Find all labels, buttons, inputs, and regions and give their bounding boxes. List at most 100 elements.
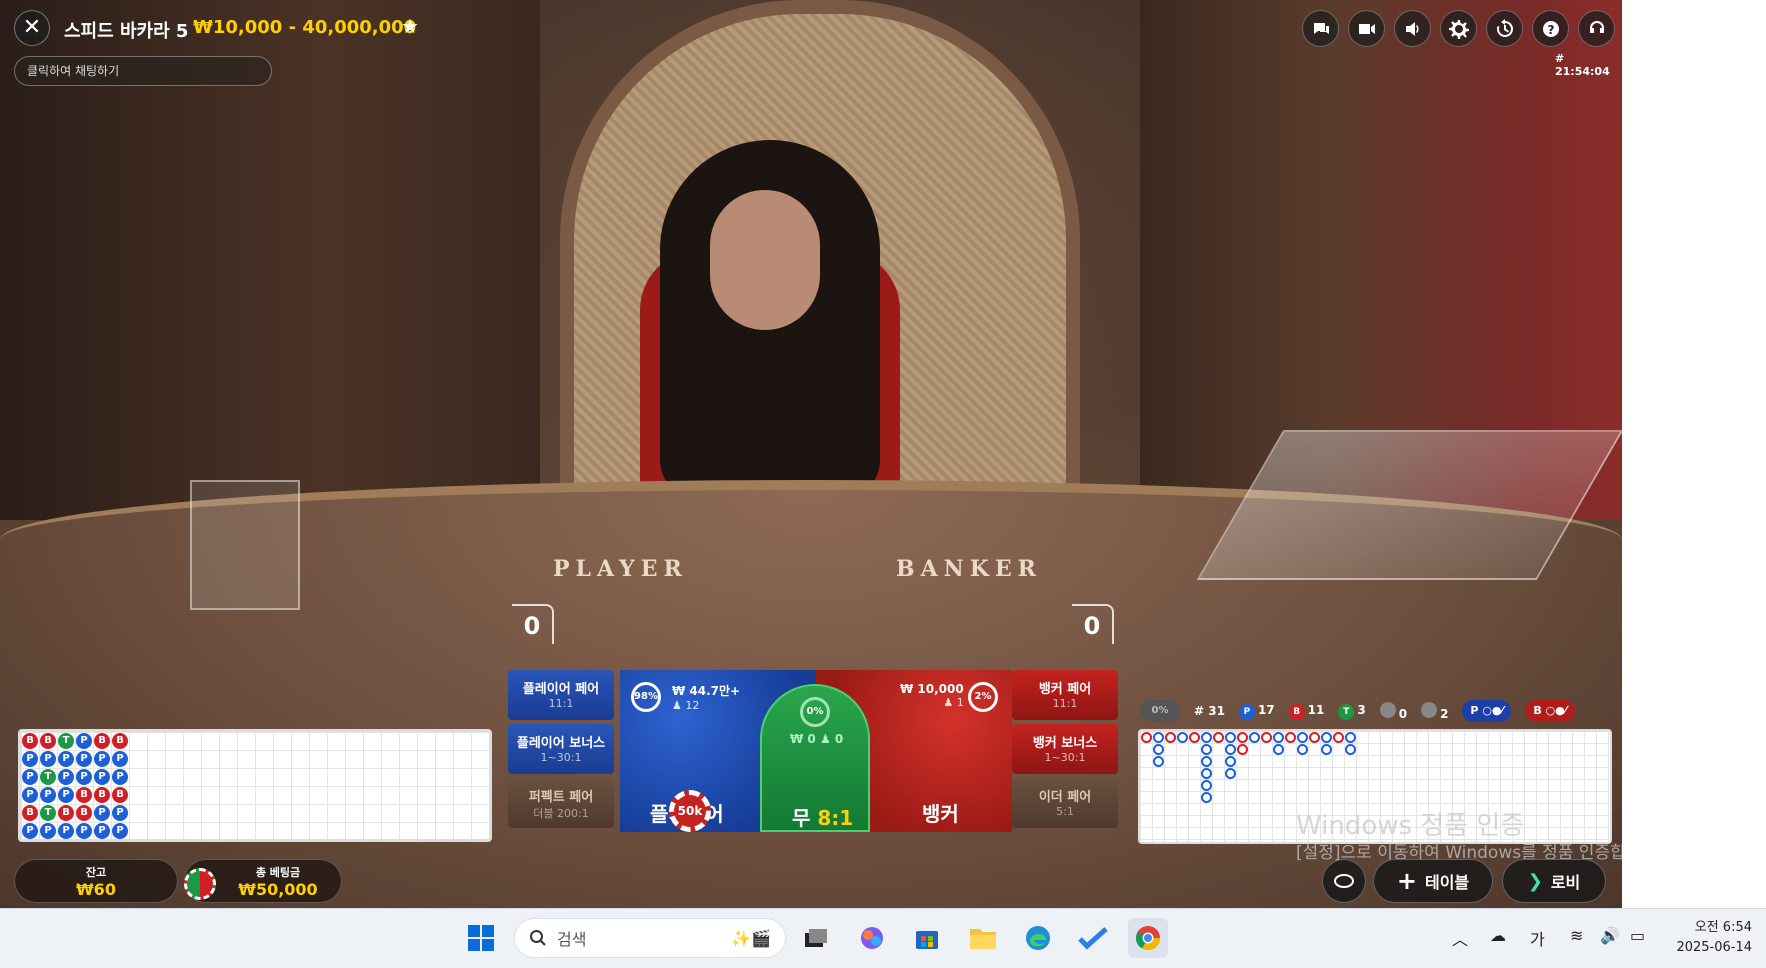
round-count: # 31 bbox=[1194, 704, 1225, 718]
bead-result: B bbox=[76, 787, 92, 803]
big-road-mark bbox=[1153, 732, 1164, 743]
total-bet-label: 총 베팅금 bbox=[255, 866, 301, 879]
history-icon[interactable] bbox=[1486, 10, 1523, 47]
dealer-face bbox=[710, 190, 820, 330]
banker-bonus-bet[interactable]: 뱅커 보너스 1~30:1 bbox=[1012, 724, 1118, 774]
todo-check-icon[interactable] bbox=[1073, 918, 1113, 958]
big-road-mark bbox=[1201, 780, 1212, 791]
big-road-mark bbox=[1225, 756, 1236, 767]
bead-result: P bbox=[76, 733, 92, 749]
big-road-mark bbox=[1153, 744, 1164, 755]
player-pool-count: ♟ 12 bbox=[672, 699, 700, 712]
wifi-icon[interactable]: ≋ bbox=[1570, 926, 1583, 945]
bead-result: P bbox=[76, 751, 92, 767]
banker-win-count: B 11 bbox=[1288, 703, 1324, 720]
big-road-mark bbox=[1213, 732, 1224, 743]
chat-icon[interactable] bbox=[1302, 10, 1339, 47]
banker-pair-bet[interactable]: 뱅커 페어 11:1 bbox=[1012, 670, 1118, 720]
bead-result: P bbox=[94, 751, 110, 767]
big-road-mark bbox=[1321, 744, 1332, 755]
round-id: # 21:54:04 bbox=[1555, 52, 1610, 78]
total-bet-value: ₩50,000 bbox=[238, 880, 318, 899]
search-icon bbox=[530, 930, 546, 946]
file-explorer-icon[interactable] bbox=[963, 918, 1003, 958]
big-road-mark bbox=[1285, 732, 1296, 743]
bead-result: P bbox=[40, 787, 56, 803]
top-icon-bar: ? bbox=[1302, 10, 1615, 47]
player-win-count: P 17 bbox=[1238, 703, 1275, 720]
bead-result: B bbox=[76, 805, 92, 821]
bead-result: P bbox=[40, 823, 56, 839]
support-headset-icon[interactable] bbox=[1578, 10, 1615, 47]
banker-pair-label: 뱅커 페어 bbox=[1038, 682, 1092, 697]
lobby-button[interactable]: ❯ 로비 bbox=[1502, 859, 1606, 903]
svg-text:?: ? bbox=[1547, 23, 1554, 37]
percent-toggle[interactable]: 0% bbox=[1140, 700, 1180, 722]
road-stats-bar: 0% # 31 P 17 B 11 T3 0 2 P ○●⁄ B ○●⁄ bbox=[1140, 700, 1575, 722]
chip-tray-button[interactable] bbox=[1322, 859, 1366, 903]
bead-result: B bbox=[94, 733, 110, 749]
tie-odds: 8:1 bbox=[817, 806, 854, 830]
banker-score: 0 bbox=[1072, 604, 1114, 644]
bead-result: P bbox=[58, 769, 74, 785]
bead-result: T bbox=[40, 805, 56, 821]
volume-icon[interactable] bbox=[1394, 10, 1431, 47]
big-road-mark bbox=[1237, 732, 1248, 743]
banker-predict-button[interactable]: B ○●⁄ bbox=[1525, 700, 1575, 722]
big-road-mark bbox=[1153, 756, 1164, 767]
favorite-star-icon[interactable]: ★ bbox=[401, 14, 419, 38]
chip-stack-icon[interactable] bbox=[184, 868, 216, 900]
big-road-mark bbox=[1177, 732, 1188, 743]
onedrive-cloud-icon[interactable]: ☁ bbox=[1490, 926, 1506, 945]
either-pair-bet[interactable]: 이더 페어 5:1 bbox=[1012, 778, 1118, 828]
add-table-button[interactable]: + 테이블 bbox=[1373, 859, 1493, 903]
edge-icon[interactable] bbox=[1018, 918, 1058, 958]
store-icon[interactable] bbox=[907, 918, 947, 958]
big-road-mark bbox=[1225, 768, 1236, 779]
player-bonus-odds: 1~30:1 bbox=[540, 751, 582, 764]
bead-result: P bbox=[22, 751, 38, 767]
taskbar-search[interactable]: 검색 ✨🎬 bbox=[514, 918, 786, 958]
settings-gear-icon[interactable] bbox=[1440, 10, 1477, 47]
battery-icon[interactable]: ▭ bbox=[1630, 926, 1645, 945]
perfect-pair-bet[interactable]: 퍼펙트 페어 더블 200:1 bbox=[508, 778, 614, 828]
tie-count: T3 bbox=[1338, 703, 1366, 720]
ime-indicator[interactable]: 가 bbox=[1530, 926, 1545, 950]
bead-result: B bbox=[112, 787, 128, 803]
placed-chip[interactable]: 50k bbox=[669, 790, 711, 832]
search-highlight-icon: ✨🎬 bbox=[731, 928, 771, 948]
help-icon[interactable]: ? bbox=[1532, 10, 1569, 47]
video-icon[interactable] bbox=[1348, 10, 1385, 47]
player-pair-bet[interactable]: 플레이어 페어 11:1 bbox=[508, 670, 614, 720]
bead-result: B bbox=[112, 733, 128, 749]
speaker-icon[interactable]: 🔊 bbox=[1600, 926, 1620, 945]
bead-result: P bbox=[76, 823, 92, 839]
windows-start-icon[interactable] bbox=[461, 918, 501, 958]
copilot-icon[interactable] bbox=[852, 918, 892, 958]
bead-result: T bbox=[40, 769, 56, 785]
chrome-icon[interactable] bbox=[1128, 918, 1168, 958]
bead-result: P bbox=[112, 823, 128, 839]
player-predict-button[interactable]: P ○●⁄ bbox=[1462, 700, 1512, 722]
taskbar-clock[interactable]: 오전 6:54 2025-06-14 bbox=[1668, 918, 1752, 958]
bead-result: P bbox=[94, 823, 110, 839]
big-road-mark bbox=[1249, 732, 1260, 743]
big-road-mark bbox=[1333, 732, 1344, 743]
perfect-pair-label: 퍼펙트 페어 bbox=[528, 790, 594, 805]
big-road-mark bbox=[1165, 732, 1176, 743]
tray-chevron-up-icon[interactable]: ︿ bbox=[1452, 926, 1468, 950]
bead-result: P bbox=[22, 787, 38, 803]
banker-pair-dot-icon bbox=[1421, 701, 1438, 718]
bead-result: P bbox=[58, 787, 74, 803]
close-icon[interactable]: ✕ bbox=[14, 10, 50, 46]
bead-result: B bbox=[22, 733, 38, 749]
task-view-icon[interactable] bbox=[796, 918, 836, 958]
bead-result: P bbox=[40, 751, 56, 767]
big-road-mark bbox=[1345, 744, 1356, 755]
player-pair-label: 플레이어 페어 bbox=[522, 682, 600, 697]
tie-pool: ₩ 0 ♟ 0 bbox=[790, 732, 844, 746]
player-bonus-bet[interactable]: 플레이어 보너스 1~30:1 bbox=[508, 724, 614, 774]
big-road-mark bbox=[1225, 744, 1236, 755]
chat-input[interactable]: 클릭하여 채팅하기 bbox=[14, 56, 272, 86]
player-pair-count: 0 bbox=[1379, 701, 1407, 721]
